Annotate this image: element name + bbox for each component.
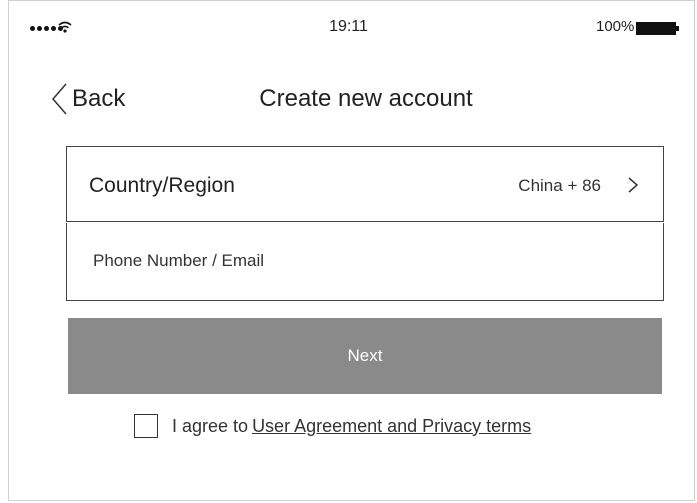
battery-icon <box>636 22 676 35</box>
battery-percent: 100% <box>596 18 635 35</box>
next-button[interactable]: Next <box>68 318 662 394</box>
battery-tip <box>676 26 679 31</box>
phone-email-row <box>66 223 664 301</box>
status-time: 19:11 <box>329 18 368 35</box>
user-agreement-link[interactable]: User Agreement and Privacy terms <box>252 416 531 437</box>
country-region-selector[interactable]: Country/Region China + 86 <box>66 146 664 222</box>
agreement-checkbox[interactable] <box>134 414 158 438</box>
status-bar: 19:11 100% <box>0 0 697 40</box>
phone-email-input[interactable] <box>93 247 633 275</box>
page-title: Create new account <box>259 85 473 112</box>
chevron-right-icon <box>628 177 639 193</box>
agreement-row: I agree to User Agreement and Privacy te… <box>134 414 531 438</box>
country-region-value: China + 86 <box>518 176 601 195</box>
country-region-label: Country/Region <box>89 174 235 197</box>
agreement-prefix: I agree to <box>172 415 249 436</box>
